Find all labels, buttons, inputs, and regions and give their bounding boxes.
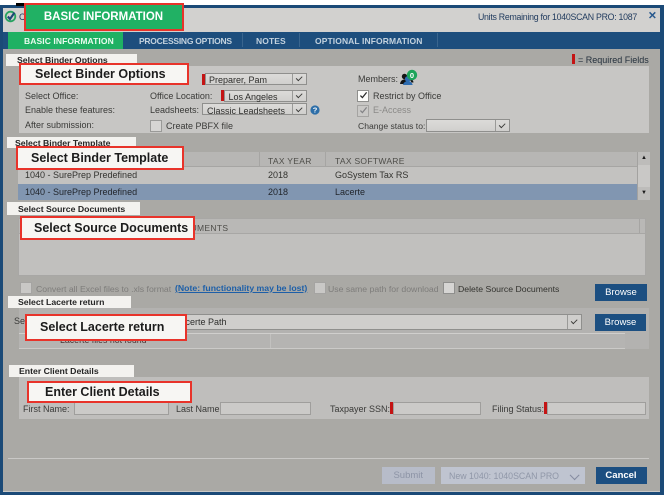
svg-text:?: ? [313, 105, 318, 114]
svg-text:0: 0 [410, 71, 414, 80]
